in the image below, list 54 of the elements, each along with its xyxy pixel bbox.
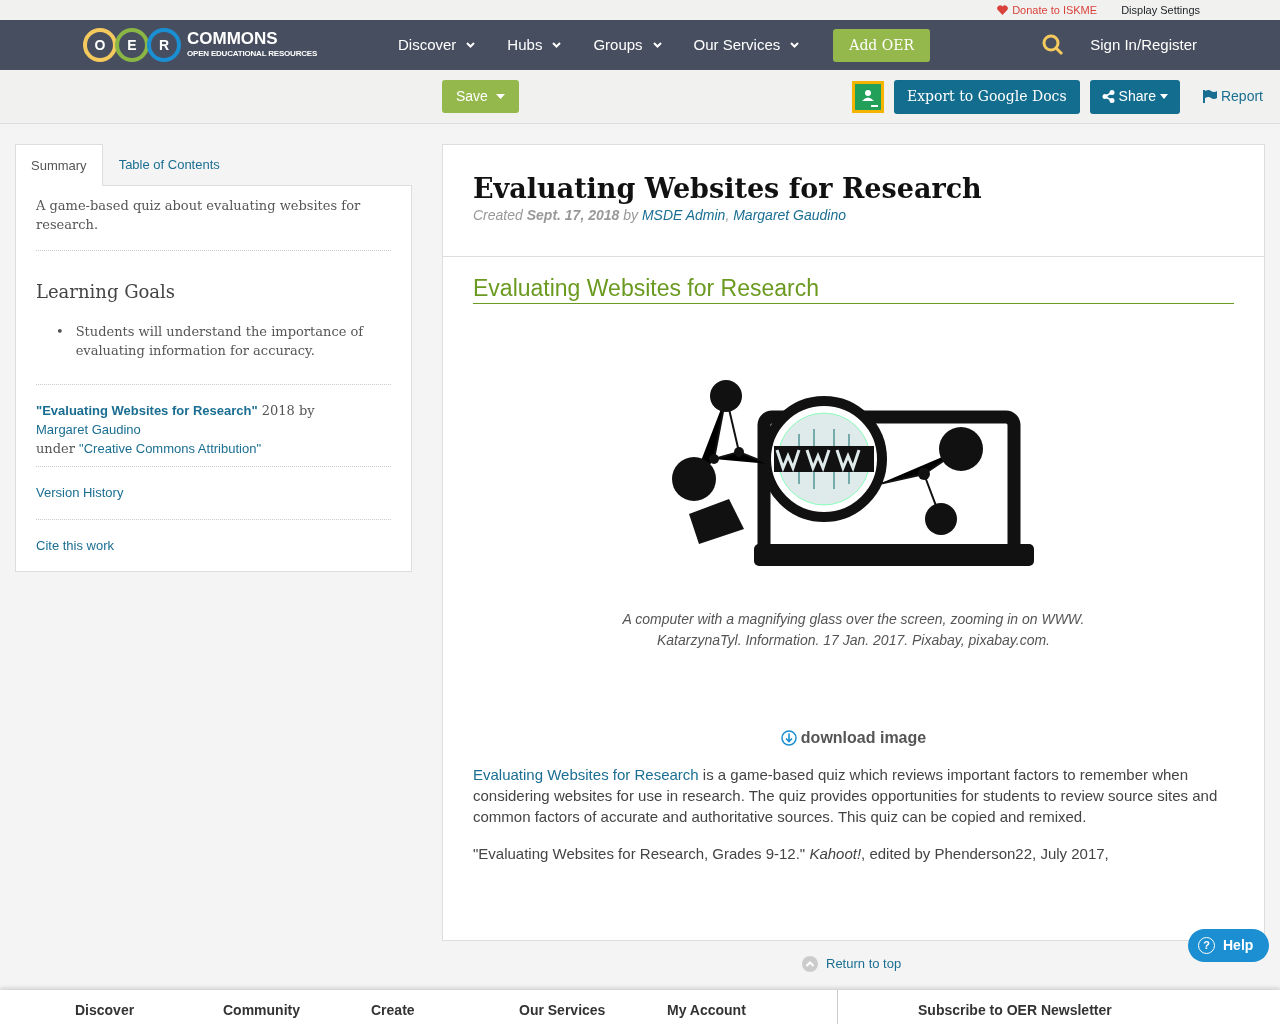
author-link[interactable]: Margaret Gaudino bbox=[733, 207, 847, 224]
section-heading: Evaluating Websites for Research bbox=[473, 275, 1234, 304]
chevron-down-icon bbox=[552, 42, 562, 48]
author-link[interactable]: MSDE Admin bbox=[641, 207, 726, 224]
learning-goal: Students will understand the importance of evaluating information for accuracy. bbox=[75, 323, 365, 361]
flag-icon bbox=[1202, 90, 1217, 103]
tab[interactable]: Summary bbox=[15, 144, 103, 186]
display-settings-link[interactable]: Display Settings bbox=[1121, 1, 1200, 19]
nav-menu-item[interactable]: Our Services bbox=[693, 33, 800, 57]
image-caption: A computer with a magnifying glass over the screen, zooming in on WWW. KatarzynaTyl. Information. 17 Jan. 2017. Pixabay, pixabay.com. bbox=[621, 610, 1086, 650]
sign-in-link[interactable]: Sign In/Register bbox=[1090, 33, 1197, 57]
logo[interactable]: O E R COMMONS OPEN EDUCATIONAL RESOURCES bbox=[83, 28, 398, 62]
chevron-down-icon bbox=[466, 42, 476, 48]
report-link[interactable]: Report bbox=[1202, 86, 1263, 107]
attribution-link[interactable]: Margaret Gaudino bbox=[36, 422, 141, 438]
footer-heading: Create bbox=[371, 1001, 416, 1020]
search-icon bbox=[1042, 34, 1065, 56]
summary-text: A game-based quiz about evaluating websites for research. bbox=[36, 195, 391, 251]
footer-heading: Subscribe to OER Newsletter bbox=[837, 990, 1112, 1024]
download-image-link[interactable]: download image bbox=[473, 726, 1234, 750]
chevron-down-icon bbox=[652, 42, 662, 48]
nav-menu-item[interactable]: Groups bbox=[593, 33, 662, 57]
return-to-top-link[interactable]: Return to top bbox=[802, 954, 902, 974]
attribution-link[interactable]: "Creative Commons Attribution" bbox=[79, 441, 262, 457]
learning-goals-heading: Learning Goals bbox=[36, 280, 177, 303]
classroom-icon bbox=[851, 80, 884, 113]
bullet: • bbox=[56, 323, 64, 342]
footer-heading: Community bbox=[223, 1001, 301, 1020]
chevron-down-icon bbox=[790, 42, 800, 48]
caret-icon bbox=[495, 94, 505, 99]
help-button[interactable]: ? Help bbox=[1188, 929, 1270, 962]
sidebar-link[interactable]: Version History bbox=[36, 485, 124, 501]
description-text: Evaluating Websites for Research is a game-based quiz which reviews important factors to remember when considering websites for use in research. The quiz provides opportunities for students to review source sites and common factors of accurate and authoritative sources. This quiz can be copied and remixed. bbox=[473, 765, 1219, 827]
export-google-docs-button[interactable]: Export to Google Docs bbox=[893, 79, 1080, 114]
footer-heading: Our Services bbox=[519, 1001, 607, 1020]
work-title-link[interactable]: "Evaluating Websites for Research" bbox=[36, 403, 258, 419]
footer-heading: My Account bbox=[667, 1001, 747, 1020]
donate-link[interactable]: Donate to ISKME bbox=[997, 1, 1098, 19]
resource-link[interactable]: Evaluating Websites for Research bbox=[473, 766, 699, 783]
nav-menu-item[interactable]: Hubs bbox=[507, 33, 562, 57]
caret-icon bbox=[1159, 94, 1168, 99]
share-button[interactable]: Share bbox=[1089, 79, 1180, 114]
nav-menu-item[interactable]: Discover bbox=[398, 33, 476, 57]
citation-text: "Evaluating Websites for Research, Grades 9-12." Kahoot!, edited by Phenderson22, July 2017, bbox=[473, 844, 1110, 864]
created-meta: Created Sept. 17, 2018 by MSDE Admin, Margaret Gaudino bbox=[473, 206, 848, 226]
heart-icon bbox=[997, 5, 1009, 15]
resource-title: Evaluating Websites for Research bbox=[473, 173, 983, 206]
sidebar-link[interactable]: Cite this work bbox=[36, 537, 115, 553]
attribution-text: "Evaluating Websites for Research" 2018 by Margaret Gaudino under "Creative Commons Attribution" bbox=[36, 401, 391, 468]
chevron-up-circle-icon bbox=[802, 955, 818, 972]
share-icon bbox=[1101, 90, 1115, 103]
footer-heading: Discover bbox=[75, 1001, 136, 1020]
tab[interactable]: Table of Contents bbox=[102, 144, 236, 185]
download-icon bbox=[780, 730, 797, 746]
